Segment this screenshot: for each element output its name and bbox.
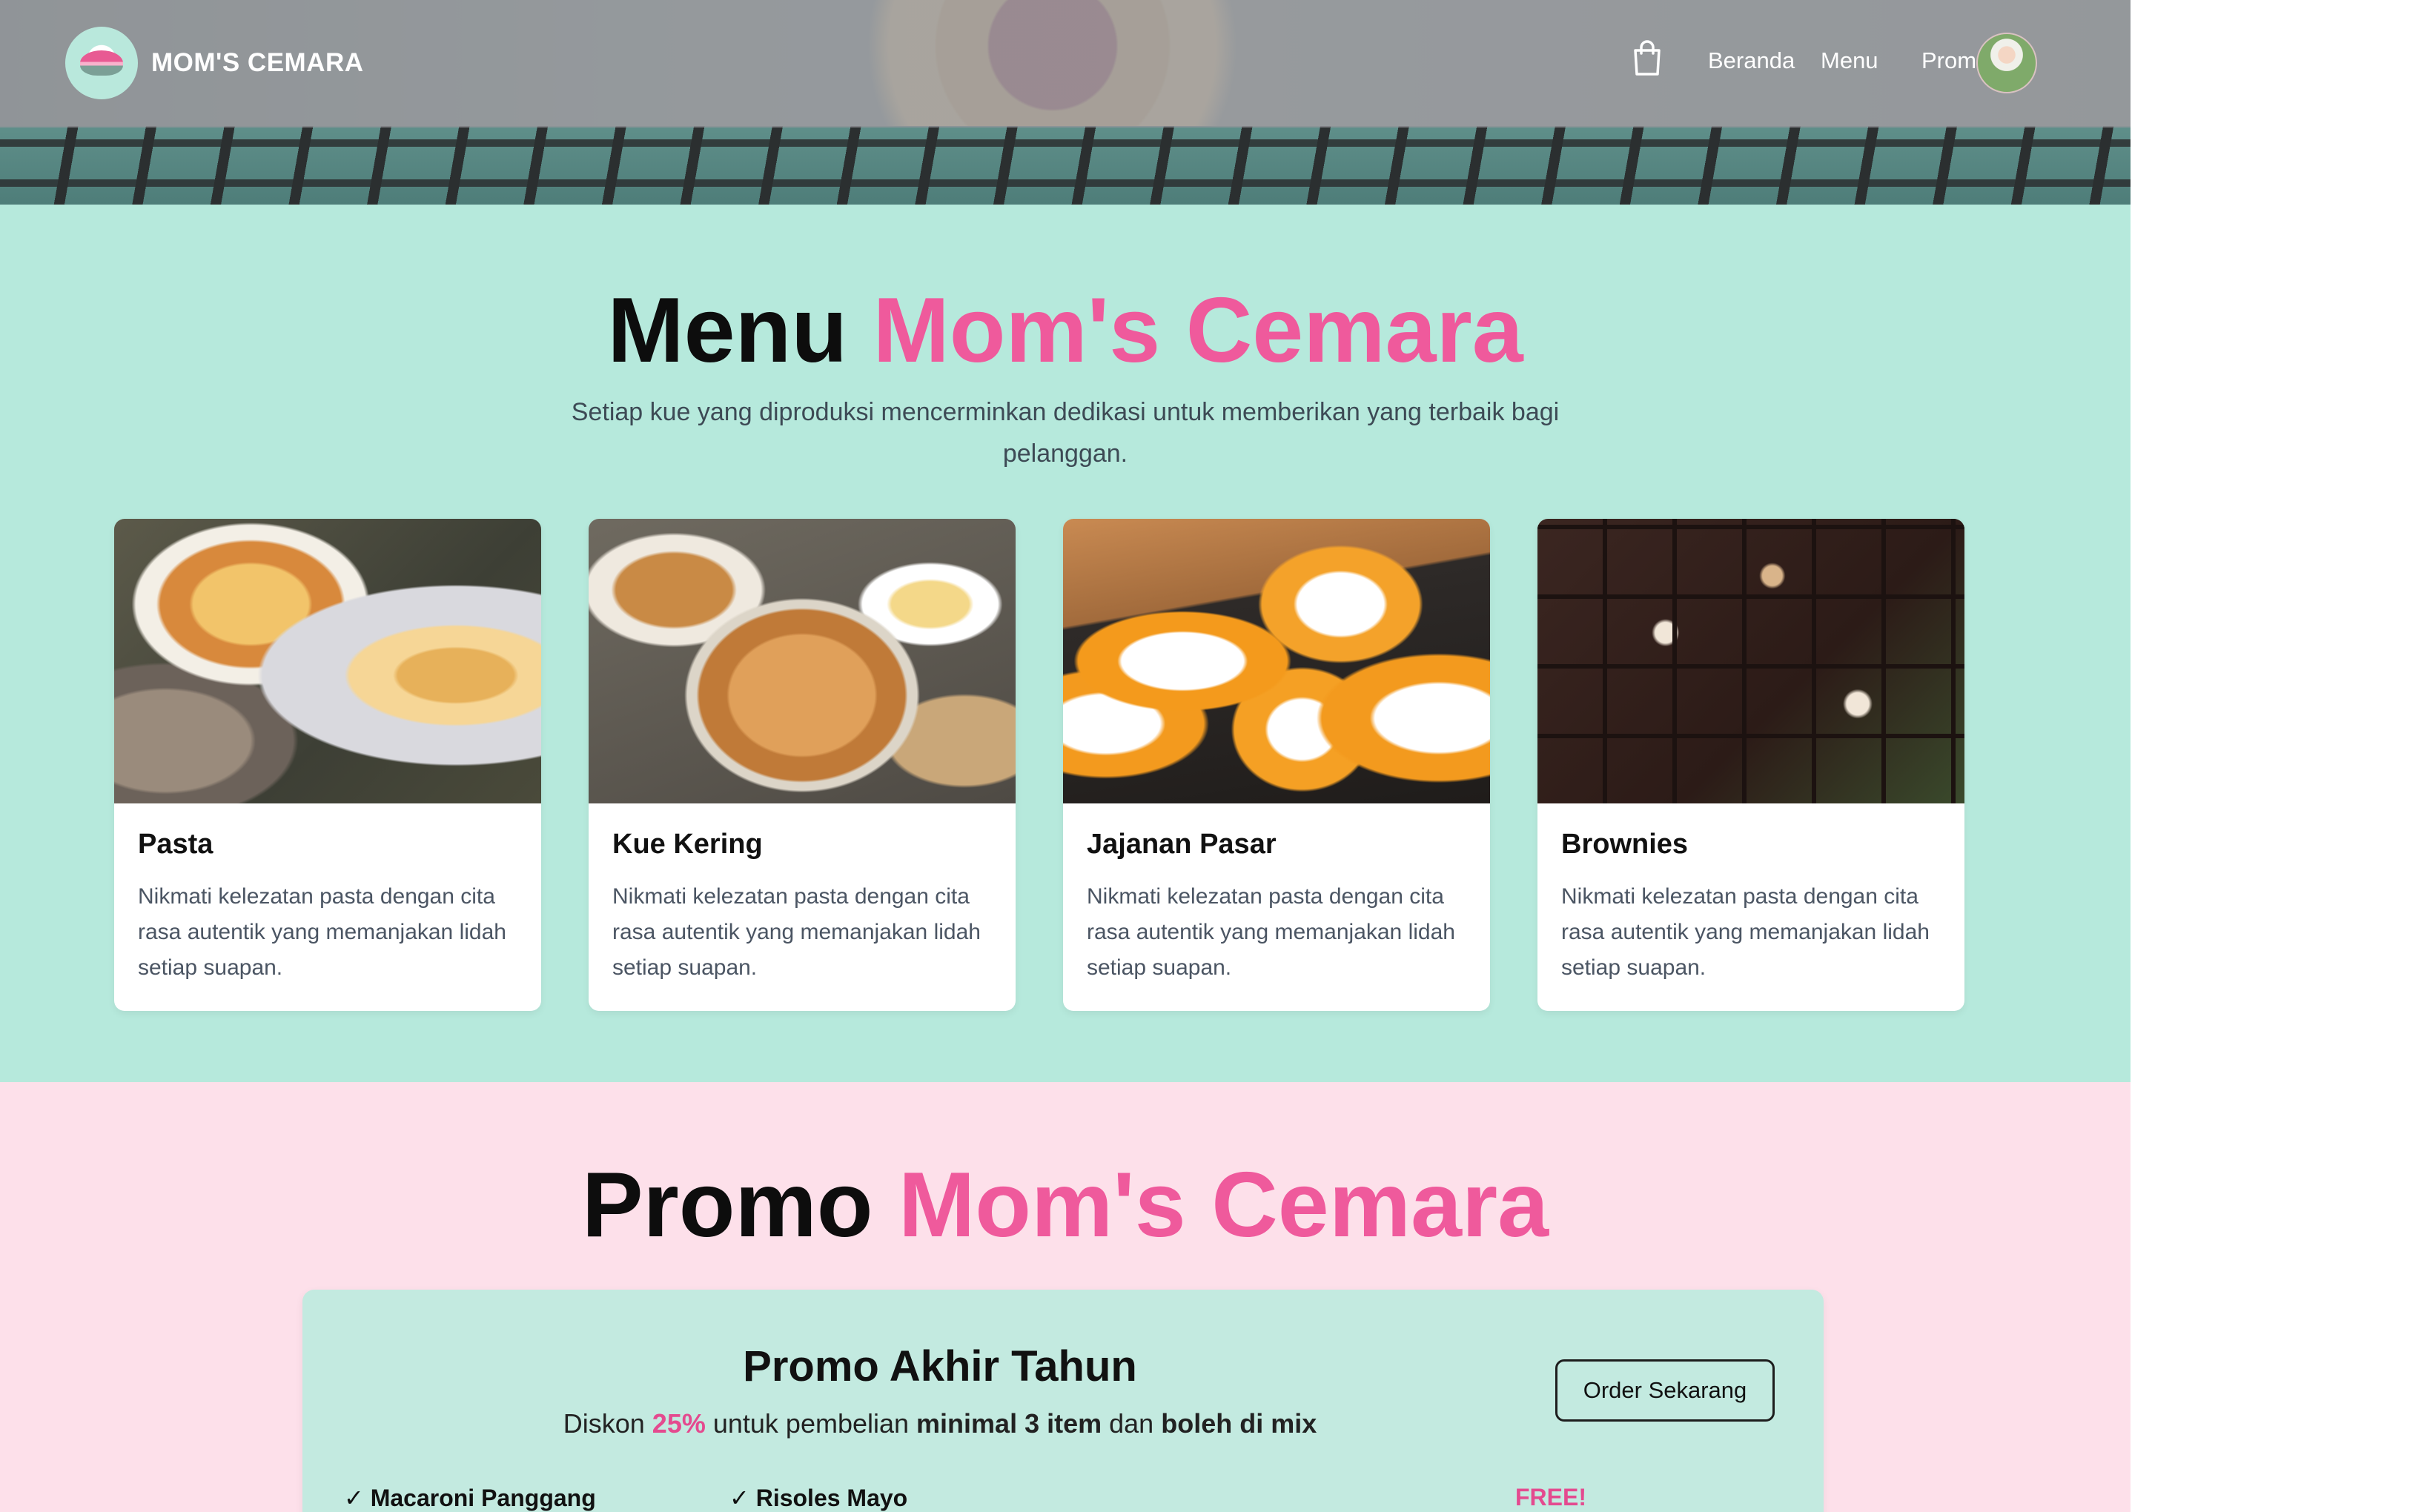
- nav-beranda[interactable]: Beranda: [1708, 47, 1795, 74]
- card-title: Brownies: [1561, 829, 1689, 860]
- menu-title-accent: Mom's Cemara: [873, 279, 1523, 382]
- cake-logo-icon: [80, 50, 123, 76]
- promo-mix: boleh di mix: [1161, 1408, 1317, 1439]
- navbar: MOM'S CEMARA Beranda Menu Promo: [0, 0, 2131, 127]
- card-description: Nikmati kelezatan pasta dengan cita rasa…: [612, 884, 981, 980]
- promo-title-accent: Mom's Cemara: [898, 1154, 1549, 1256]
- card-title: Kue Kering: [612, 829, 763, 860]
- hero-cooling-rack: [0, 126, 2131, 205]
- page: MOM'S CEMARA Beranda Menu Promo Menu Mom…: [0, 0, 2131, 1512]
- menu-subtitle: Setiap kue yang diproduksi mencerminkan …: [571, 398, 1560, 468]
- card-title: Pasta: [138, 829, 213, 860]
- promo-section: Promo Mom's Cemara Promo Akhir Tahun Dis…: [0, 1082, 2131, 1512]
- menu-section: Menu Mom's Cemara Setiap kue yang diprod…: [0, 205, 2131, 1082]
- promo-and: dan: [1102, 1408, 1162, 1439]
- promo-min: minimal 3 item: [916, 1408, 1102, 1439]
- brand[interactable]: MOM'S CEMARA: [65, 27, 364, 99]
- menu-card-jajanan-pasar[interactable]: Jajanan Pasar Nikmati kelezatan pasta de…: [1063, 519, 1490, 1011]
- pasta-image: [114, 519, 541, 803]
- user-avatar[interactable]: [1976, 33, 2037, 93]
- free-label: FREE!: [1515, 1484, 1586, 1511]
- nav-menu-link[interactable]: Menu: [1821, 47, 1878, 74]
- promo-card: Promo Akhir Tahun Diskon 25% untuk pembe…: [302, 1290, 1824, 1512]
- menu-card-pasta[interactable]: Pasta Nikmati kelezatan pasta dengan cit…: [114, 519, 541, 1011]
- promo-item: ✓ Macaroni Panggang: [344, 1485, 596, 1511]
- menu-card-brownies[interactable]: Brownies Nikmati kelezatan pasta dengan …: [1537, 519, 1964, 1011]
- nav-menu: Beranda Menu Promo: [1463, 30, 2131, 96]
- promo-discount: 25%: [652, 1408, 706, 1439]
- promo-title-main: Promo: [581, 1154, 873, 1256]
- promo-description: Diskon 25% untuk pembelian minimal 3 ite…: [302, 1408, 1577, 1439]
- card-description: Nikmati kelezatan pasta dengan cita rasa…: [1561, 884, 1930, 980]
- card-description: Nikmati kelezatan pasta dengan cita rasa…: [1087, 884, 1455, 980]
- jajanan-pasar-image: [1063, 519, 1490, 803]
- menu-title-main: Menu: [607, 279, 848, 382]
- hero-banner: MOM'S CEMARA Beranda Menu Promo: [0, 0, 2131, 205]
- promo-title: Promo Mom's Cemara: [0, 1159, 2131, 1251]
- promo-mid: untuk pembelian: [705, 1408, 917, 1439]
- promo-card-title: Promo Akhir Tahun: [743, 1342, 1137, 1390]
- menu-card-kue-kering[interactable]: Kue Kering Nikmati kelezatan pasta denga…: [589, 519, 1016, 1011]
- card-description: Nikmati kelezatan pasta dengan cita rasa…: [138, 884, 506, 980]
- shopping-bag-icon[interactable]: [1631, 40, 1663, 76]
- kue-kering-image: [589, 519, 1016, 803]
- brand-name: MOM'S CEMARA: [151, 48, 364, 77]
- promo-prefix: Diskon: [563, 1408, 652, 1439]
- brand-logo: [65, 27, 138, 99]
- promo-item: ✓ Risoles Mayo: [729, 1485, 908, 1511]
- brownies-image: [1537, 519, 1964, 803]
- order-now-button[interactable]: Order Sekarang: [1555, 1359, 1775, 1422]
- card-title: Jajanan Pasar: [1087, 829, 1277, 860]
- menu-title: Menu Mom's Cemara: [0, 285, 2131, 377]
